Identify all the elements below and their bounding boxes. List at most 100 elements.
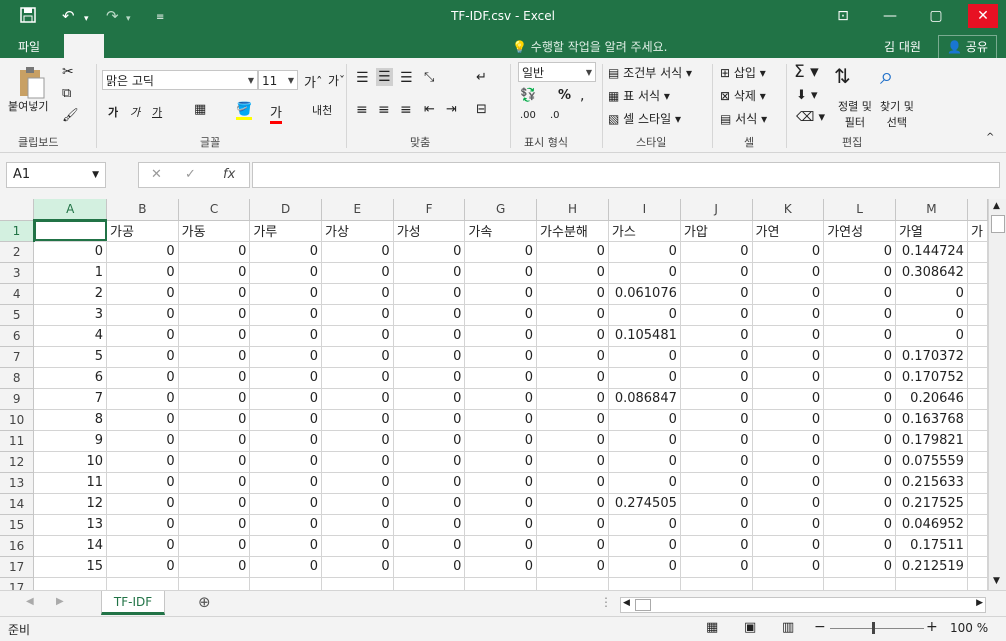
cell[interactable]: 5 xyxy=(33,346,107,368)
align-top-icon[interactable]: ☰ xyxy=(356,70,369,86)
scroll-down-icon[interactable]: ▼ xyxy=(993,576,1000,586)
cell[interactable]: 0 xyxy=(106,346,179,368)
cell[interactable]: 0 xyxy=(680,388,753,410)
cell[interactable]: 0 xyxy=(752,493,825,515)
cell[interactable]: 0 xyxy=(680,241,753,263)
cell[interactable]: 0 xyxy=(393,409,466,431)
cell[interactable]: 0.215633 xyxy=(895,472,968,494)
cell[interactable]: 0 xyxy=(178,493,251,515)
cell[interactable]: 0 xyxy=(464,325,538,347)
cell[interactable]: 가상 xyxy=(321,220,394,242)
cell[interactable]: 0.170752 xyxy=(895,367,968,389)
cell[interactable]: 0 xyxy=(178,325,251,347)
cell[interactable] xyxy=(178,577,251,590)
cell[interactable]: 0 xyxy=(464,283,538,305)
row-header[interactable]: 6 xyxy=(0,325,35,347)
cell[interactable] xyxy=(393,577,466,590)
cell[interactable] xyxy=(967,493,988,515)
normal-view-icon[interactable]: ▦ xyxy=(706,620,718,635)
cell[interactable]: 0.179821 xyxy=(895,430,968,452)
cell[interactable]: 0 xyxy=(106,493,179,515)
insert-cells-button[interactable]: ⊞ 삽입 ▾ xyxy=(720,64,766,81)
scroll-tabs-right-icon[interactable]: ▶ xyxy=(56,596,64,607)
cell[interactable]: 0.144724 xyxy=(895,241,968,263)
cell[interactable]: 7 xyxy=(33,388,107,410)
cell[interactable]: 8 xyxy=(33,409,107,431)
cell[interactable]: 0 xyxy=(249,514,323,536)
format-table-button[interactable]: ▦ 표 서식 ▾ xyxy=(608,87,670,104)
cell[interactable]: 0 xyxy=(321,556,394,578)
column-header[interactable]: L xyxy=(823,199,896,221)
ribbon-display-icon[interactable]: ⊡ xyxy=(828,4,858,28)
scroll-tabs-left-icon[interactable]: ◀ xyxy=(26,596,34,607)
cell[interactable] xyxy=(33,220,107,242)
cell[interactable] xyxy=(967,472,988,494)
cell[interactable]: 0 xyxy=(752,535,825,557)
cell[interactable]: 0 xyxy=(106,262,179,284)
column-header[interactable]: E xyxy=(321,199,394,221)
cell[interactable]: 0 xyxy=(536,388,609,410)
cell[interactable]: 0 xyxy=(680,304,753,326)
cell[interactable]: 0 xyxy=(249,283,323,305)
cell[interactable]: 0 xyxy=(608,367,681,389)
decrease-decimal-icon[interactable]: .0 xyxy=(550,110,560,121)
cell[interactable]: 0 xyxy=(249,346,323,368)
cell[interactable] xyxy=(967,430,988,452)
zoom-slider[interactable] xyxy=(830,628,924,629)
cell[interactable]: 0 xyxy=(608,346,681,368)
zoom-slider-thumb[interactable] xyxy=(872,622,875,634)
cell[interactable]: 0 xyxy=(249,556,323,578)
cell[interactable]: 0 xyxy=(536,535,609,557)
cell[interactable]: 0 xyxy=(464,262,538,284)
row-header[interactable]: 2 xyxy=(0,241,35,263)
cell[interactable]: 0 xyxy=(752,472,825,494)
cell[interactable]: 0 xyxy=(321,262,394,284)
cell[interactable]: 0 xyxy=(249,472,323,494)
cell[interactable]: 가성 xyxy=(393,220,466,242)
cell[interactable]: 0 xyxy=(536,493,609,515)
cell[interactable]: 0 xyxy=(752,346,825,368)
cell[interactable]: 0 xyxy=(752,451,825,473)
column-header[interactable]: B xyxy=(106,199,179,221)
cell[interactable]: 0 xyxy=(106,472,179,494)
borders-icon[interactable]: ▦ xyxy=(194,102,206,117)
cell[interactable]: 0 xyxy=(321,535,394,557)
delete-cells-button[interactable]: ⊠ 삭제 ▾ xyxy=(720,87,766,104)
align-bottom-icon[interactable]: ☰ xyxy=(400,70,413,86)
row-header[interactable]: 13 xyxy=(0,472,35,494)
horizontal-scroll-thumb[interactable] xyxy=(635,599,651,611)
cell[interactable]: 0 xyxy=(393,325,466,347)
page-break-icon[interactable]: ▥ xyxy=(782,620,794,635)
cell[interactable]: 0 xyxy=(608,535,681,557)
cell[interactable]: 0 xyxy=(393,430,466,452)
cell[interactable] xyxy=(967,283,988,305)
column-header[interactable]: G xyxy=(464,199,538,221)
cell[interactable]: 가연 xyxy=(752,220,825,242)
cell[interactable] xyxy=(967,304,988,326)
cell[interactable]: 0 xyxy=(536,325,609,347)
collapse-ribbon-icon[interactable]: ^ xyxy=(986,132,994,143)
row-header[interactable]: 3 xyxy=(0,262,35,284)
zoom-out-icon[interactable]: − xyxy=(814,619,826,635)
column-header[interactable]: D xyxy=(249,199,323,221)
cell[interactable]: 0 xyxy=(464,493,538,515)
cell[interactable]: 0 xyxy=(680,262,753,284)
cell[interactable]: 0 xyxy=(106,367,179,389)
cell[interactable]: 0 xyxy=(321,409,394,431)
cell[interactable]: 0 xyxy=(680,430,753,452)
cell[interactable]: 0 xyxy=(823,472,896,494)
cell[interactable]: 0 xyxy=(321,430,394,452)
cell[interactable]: 0 xyxy=(823,346,896,368)
sort-filter-icon[interactable]: ⇅ xyxy=(834,64,851,88)
format-painter-icon[interactable]: 🖌 xyxy=(62,108,79,123)
cell[interactable]: 0 xyxy=(823,514,896,536)
cell[interactable]: 0 xyxy=(536,409,609,431)
cell[interactable]: 0 xyxy=(106,535,179,557)
column-header[interactable]: M xyxy=(895,199,968,221)
cell[interactable]: 0 xyxy=(680,325,753,347)
cell[interactable]: 0 xyxy=(321,514,394,536)
cell[interactable]: 0.274505 xyxy=(608,493,681,515)
cell[interactable]: 0 xyxy=(249,241,323,263)
cell[interactable] xyxy=(249,577,323,590)
cell[interactable]: 0 xyxy=(680,556,753,578)
